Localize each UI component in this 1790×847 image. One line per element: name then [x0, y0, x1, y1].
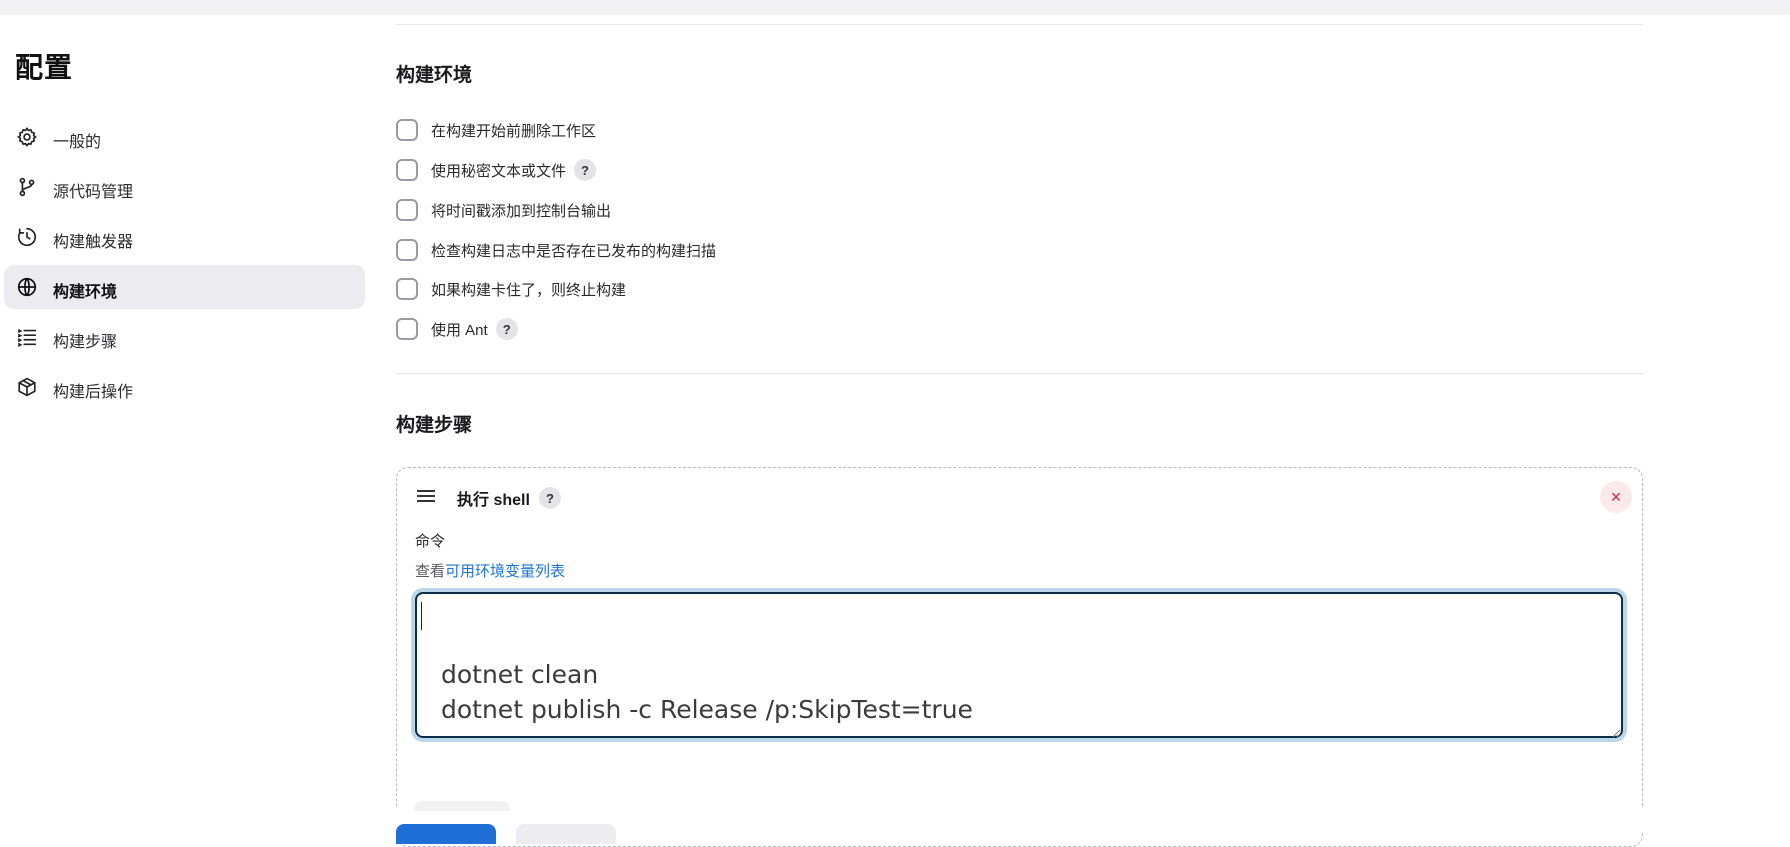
sidebar-nav: 一般的 源代码管理 构建触发器 构建环境 构建步骤 构建后操作 [4, 115, 365, 415]
env-vars-link[interactable]: 可用环境变量列表 [445, 563, 565, 580]
section-title-build-env: 构建环境 [396, 65, 473, 86]
step-title: 执行 shell ? [457, 486, 561, 510]
checkbox-label: 如果构建卡住了，则终止构建 [431, 281, 627, 299]
top-bar [0, 0, 1790, 15]
gear-icon [16, 126, 38, 148]
section-title-build-steps: 构建步骤 [396, 415, 473, 436]
bottom-bar [0, 808, 1790, 832]
page-title: 配置 [15, 52, 74, 83]
checkbox-label: 使用秘密文本或文件 [431, 162, 567, 180]
checkbox-label: 将时间戳添加到控制台输出 [431, 202, 612, 220]
command-textarea[interactable]: dotnet clean dotnet publish -c Release /… [415, 592, 1623, 738]
checkbox[interactable] [396, 239, 418, 261]
option-abort-stuck[interactable]: 如果构建卡住了，则终止构建 [396, 276, 626, 302]
build-step-card: 执行 shell ? × 命令 查看可用环境变量列表 dotnet clean … [396, 467, 1643, 847]
sidebar-item-post-build[interactable]: 构建后操作 [4, 365, 365, 409]
checkbox-label: 在构建开始前删除工作区 [431, 122, 597, 140]
option-build-scan[interactable]: 检查构建日志中是否存在已发布的构建扫描 [396, 237, 716, 263]
option-secret-text[interactable]: 使用秘密文本或文件 ? [396, 157, 597, 183]
checkbox[interactable] [396, 318, 418, 340]
sidebar-item-build-environment[interactable]: 构建环境 [4, 265, 365, 309]
drag-handle-icon[interactable] [417, 490, 435, 504]
option-use-ant[interactable]: 使用 Ant ? [396, 316, 518, 342]
help-icon[interactable]: ? [538, 487, 561, 509]
help-icon[interactable]: ? [574, 159, 597, 181]
git-branch-icon [16, 176, 38, 198]
checkbox[interactable] [396, 159, 418, 181]
section-divider [396, 373, 1643, 374]
checkbox[interactable] [396, 119, 418, 141]
section-divider [396, 24, 1643, 25]
sidebar-item-general[interactable]: 一般的 [4, 115, 365, 159]
add-step-button[interactable] [414, 801, 510, 811]
sidebar-item-label: 构建步骤 [53, 334, 118, 351]
checkbox[interactable] [396, 278, 418, 300]
resize-grip-icon[interactable] [1611, 728, 1621, 738]
apply-button[interactable] [516, 824, 616, 844]
checkbox-label: 检查构建日志中是否存在已发布的构建扫描 [431, 242, 717, 260]
help-icon[interactable]: ? [495, 318, 518, 340]
sidebar-item-build-triggers[interactable]: 构建触发器 [4, 215, 365, 259]
env-vars-prefix: 查看 [415, 563, 446, 580]
text-caret [421, 602, 422, 630]
list-steps-icon [16, 326, 38, 348]
sidebar-item-label: 构建后操作 [53, 384, 134, 401]
checkbox[interactable] [396, 199, 418, 221]
sidebar-item-label: 构建触发器 [53, 234, 134, 251]
sidebar-item-label: 构建环境 [53, 284, 118, 301]
sidebar-item-label: 一般的 [53, 134, 102, 151]
step-title-text: 执行 shell [457, 492, 530, 509]
checkbox-label: 使用 Ant [431, 321, 488, 339]
save-button[interactable] [396, 824, 496, 844]
command-label: 命令 [415, 533, 446, 550]
globe-icon [16, 276, 38, 298]
clock-icon [16, 226, 38, 248]
sidebar-item-build-steps[interactable]: 构建步骤 [4, 315, 365, 359]
env-vars-hint: 查看可用环境变量列表 [415, 560, 565, 581]
option-delete-workspace[interactable]: 在构建开始前删除工作区 [396, 117, 596, 143]
sidebar-item-label: 源代码管理 [53, 184, 134, 201]
sidebar-item-source-control[interactable]: 源代码管理 [4, 165, 365, 209]
option-timestamps[interactable]: 将时间戳添加到控制台输出 [396, 197, 611, 223]
remove-step-button[interactable]: × [1600, 481, 1632, 513]
package-icon [16, 376, 38, 398]
